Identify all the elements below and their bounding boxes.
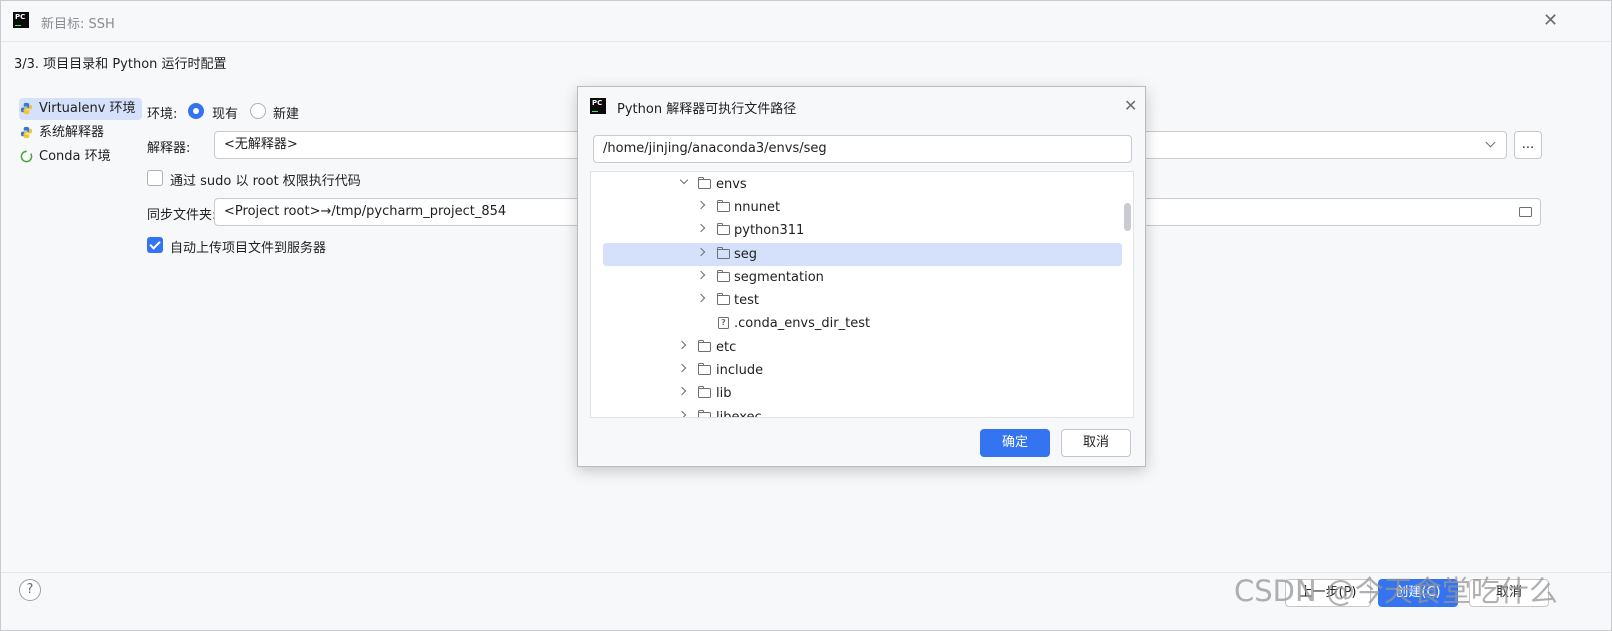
tree-item-lib[interactable]: lib	[591, 382, 1133, 405]
conda-icon	[20, 150, 33, 163]
watermark-text: CSDN @今天食堂吃什么	[1234, 574, 1558, 608]
tree-item-include[interactable]: include	[591, 359, 1133, 382]
dialog-cancel-button[interactable]: 取消	[1061, 429, 1131, 457]
window-title: 新目标: SSH	[41, 17, 115, 32]
folder-icon	[716, 247, 730, 259]
sync-folder-label: 同步文件夹:	[147, 208, 217, 223]
title-bar: PC 新目标: SSH ✕	[1, 1, 1611, 42]
tree-item-label: seg	[734, 247, 758, 262]
help-button[interactable]: ?	[19, 579, 41, 601]
env-new-label[interactable]: 新建	[273, 103, 299, 122]
tree-item-label: .conda_envs_dir_test	[734, 316, 871, 331]
tree-item-libexec[interactable]: libexec	[591, 406, 1133, 418]
tree-item-label: test	[734, 293, 759, 308]
tree-item-label: segmentation	[734, 270, 824, 285]
auto-upload-checkbox[interactable]	[147, 237, 163, 253]
ok-button[interactable]: 确定	[980, 429, 1050, 457]
folder-icon	[716, 293, 730, 305]
folder-icon	[697, 177, 711, 189]
folder-icon	[697, 363, 711, 375]
tree-item-label: nnunet	[734, 200, 781, 215]
tree-scrollbar-thumb[interactable]	[1124, 203, 1131, 231]
tree-item-label: python311	[734, 223, 805, 238]
sync-folder-value: <Project root>→/tmp/pycharm_project_854	[224, 204, 507, 219]
pycharm-logo-icon: PC	[590, 98, 606, 114]
tree-item-label: etc	[716, 340, 737, 355]
tree-item-seg[interactable]: seg	[591, 243, 1133, 266]
chevron-right-icon[interactable]	[677, 340, 687, 350]
folder-icon	[716, 270, 730, 282]
sidebar-item-conda[interactable]: Conda 环境	[19, 146, 111, 168]
dialog-title: Python 解释器可执行文件路径	[617, 102, 797, 117]
sidebar-item-system-interpreter[interactable]: 系统解释器	[19, 122, 104, 144]
sidebar-item-label: Virtualenv 环境	[39, 101, 136, 116]
chevron-right-icon[interactable]	[696, 293, 706, 303]
pycharm-logo-icon: PC	[13, 12, 29, 28]
tree-item-label: envs	[716, 177, 747, 192]
virtualenv-icon	[20, 102, 33, 115]
folder-icon[interactable]	[1519, 207, 1532, 217]
chevron-down-icon[interactable]	[679, 175, 689, 185]
sidebar-item-label: Conda 环境	[39, 149, 111, 164]
sudo-checkbox[interactable]	[147, 170, 163, 186]
unknown-file-icon: ?	[718, 317, 729, 329]
sidebar-item-virtualenv[interactable]: Virtualenv 环境	[19, 98, 142, 120]
auto-upload-label[interactable]: 自动上传项目文件到服务器	[170, 237, 326, 256]
chevron-right-icon[interactable]	[696, 270, 706, 280]
python-icon	[20, 126, 33, 139]
tree-item-label: include	[716, 363, 764, 378]
file-tree[interactable]: envs nnunet python311 seg segmentation t…	[590, 171, 1134, 418]
env-existing-label[interactable]: 现有	[212, 103, 238, 122]
path-input[interactable]: /home/jinjing/anaconda3/envs/seg	[593, 135, 1132, 163]
selection-highlight	[603, 243, 1122, 266]
folder-icon	[716, 200, 730, 212]
chevron-down-icon	[1485, 137, 1496, 148]
folder-icon	[716, 223, 730, 235]
tree-item-etc[interactable]: etc	[591, 336, 1133, 359]
interpreter-value: <无解释器>	[224, 137, 298, 152]
interpreter-path-dialog: PC Python 解释器可执行文件路径 ✕ /home/jinjing/ana…	[577, 86, 1146, 467]
tree-item-segmentation[interactable]: segmentation	[591, 266, 1133, 289]
environment-label: 环境:	[147, 107, 178, 122]
tree-item-conda-envs-dir-test[interactable]: ? .conda_envs_dir_test	[591, 312, 1133, 335]
tree-item-label: lib	[716, 386, 732, 401]
dialog-close-icon[interactable]: ✕	[1124, 97, 1137, 115]
step-title: 3/3. 项目目录和 Python 运行时配置	[14, 57, 227, 72]
tree-item-python311[interactable]: python311	[591, 219, 1133, 242]
chevron-right-icon[interactable]	[677, 386, 687, 396]
env-existing-radio[interactable]	[188, 103, 204, 119]
folder-icon	[697, 410, 711, 417]
tree-item-envs[interactable]: envs	[591, 173, 1133, 196]
chevron-right-icon[interactable]	[677, 410, 687, 417]
env-new-radio[interactable]	[250, 103, 266, 119]
interpreter-label: 解释器:	[147, 141, 191, 156]
interpreter-browse-button[interactable]: ...	[1514, 131, 1542, 159]
tree-item-nnunet[interactable]: nnunet	[591, 196, 1133, 219]
sudo-label[interactable]: 通过 sudo 以 root 权限执行代码	[170, 170, 361, 189]
chevron-right-icon[interactable]	[677, 363, 687, 373]
sidebar-item-label: 系统解释器	[39, 125, 105, 140]
tree-item-label: libexec	[716, 410, 762, 418]
chevron-right-icon[interactable]	[696, 200, 706, 210]
window-close-icon[interactable]: ✕	[1543, 12, 1558, 30]
path-input-value: /home/jinjing/anaconda3/envs/seg	[603, 141, 827, 156]
tree-item-test[interactable]: test	[591, 289, 1133, 312]
chevron-right-icon[interactable]	[696, 223, 706, 233]
folder-icon	[697, 386, 711, 398]
folder-icon	[697, 340, 711, 352]
